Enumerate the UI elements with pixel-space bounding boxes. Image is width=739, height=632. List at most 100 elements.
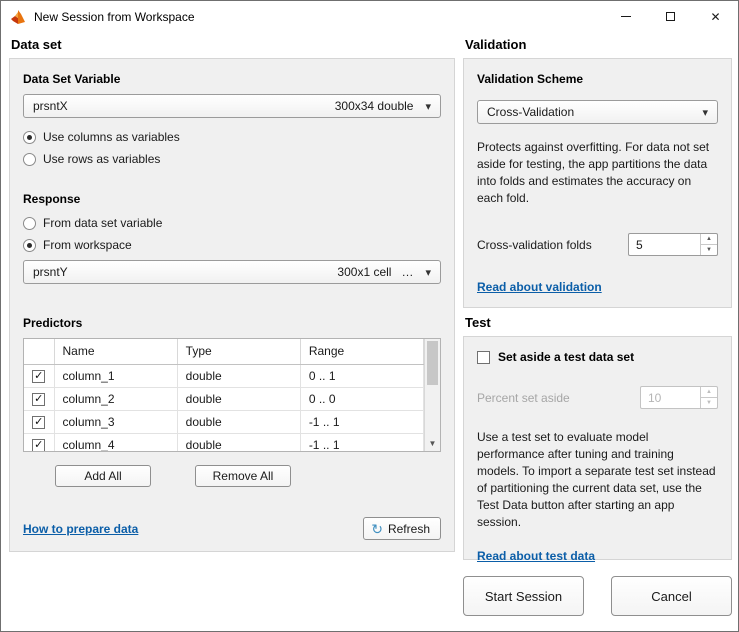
spinner-up-icon: ▲ <box>701 387 717 398</box>
cell-range: 0 .. 1 <box>300 364 423 387</box>
dialog-content: Data set Data Set Variable prsntX 300x34… <box>1 32 738 631</box>
window-title: New Session from Workspace <box>34 10 195 24</box>
dropdown-selected-scheme: Cross-Validation <box>487 105 574 119</box>
read-about-test-data-link[interactable]: Read about test data <box>477 549 595 563</box>
folds-value[interactable]: 5 <box>629 234 700 255</box>
cell-type: double <box>177 364 300 387</box>
predictor-checkbox[interactable]: ✓ <box>32 370 45 383</box>
window-controls: ✕ <box>603 1 738 32</box>
spinner-arrows: ▲ ▼ <box>700 387 717 408</box>
start-session-button[interactable]: Start Session <box>463 576 584 616</box>
refresh-label: Refresh <box>388 522 430 536</box>
test-description: Use a test set to evaluate model perform… <box>477 429 718 531</box>
predictor-checkbox[interactable]: ✓ <box>32 439 45 452</box>
validation-heading: Validation <box>465 37 732 52</box>
validation-scheme-dropdown[interactable]: Cross-Validation ▾ <box>477 100 718 124</box>
predictor-row[interactable]: ✓column_2double0 .. 0 <box>24 387 424 410</box>
response-label: Response <box>23 192 441 206</box>
dataset-section: Data set Data Set Variable prsntX 300x34… <box>9 37 455 552</box>
radio-from-dataset-variable[interactable]: From data set variable <box>23 216 441 230</box>
scrollbar-thumb[interactable] <box>427 341 438 385</box>
predictors-tbody: ✓column_1double0 .. 1✓column_2double0 ..… <box>24 364 424 452</box>
validation-scheme-label: Validation Scheme <box>477 72 718 86</box>
radio-from-dataset-label: From data set variable <box>43 216 162 230</box>
chevron-down-icon: ▾ <box>425 100 431 113</box>
dropdown-selected-variable: prsntX <box>33 99 68 113</box>
dataset-panel: Data Set Variable prsntX 300x34 double ▾… <box>9 58 455 552</box>
scrollbar-down-icon[interactable]: ▼ <box>425 436 440 451</box>
refresh-button[interactable]: ↻ Refresh <box>363 517 441 540</box>
radio-from-workspace[interactable]: From workspace <box>23 238 441 252</box>
close-icon: ✕ <box>710 11 720 23</box>
matlab-icon <box>10 9 26 25</box>
remove-all-button[interactable]: Remove All <box>195 465 291 487</box>
header-name[interactable]: Name <box>54 339 177 364</box>
cell-name: column_4 <box>54 433 177 452</box>
validation-panel: Validation Scheme Cross-Validation ▾ Pro… <box>463 58 732 308</box>
radio-icon <box>23 153 36 166</box>
dialog-window: New Session from Workspace ✕ Data set Da… <box>0 0 739 632</box>
dataset-variable-dropdown[interactable]: prsntX 300x34 double ▾ <box>23 94 441 118</box>
right-column: Validation Validation Scheme Cross-Valid… <box>463 37 732 616</box>
dataset-bottom-row: How to prepare data ↻ Refresh <box>23 517 441 540</box>
dataset-variable-label: Data Set Variable <box>23 72 441 86</box>
header-type[interactable]: Type <box>177 339 300 364</box>
predictor-checkbox[interactable]: ✓ <box>32 416 45 429</box>
predictor-checkbox-cell: ✓ <box>24 433 54 452</box>
titlebar[interactable]: New Session from Workspace ✕ <box>1 1 738 32</box>
how-to-prepare-data-link[interactable]: How to prepare data <box>23 522 138 536</box>
predictor-row[interactable]: ✓ column_1double0 .. 1 <box>24 364 424 387</box>
minimize-button[interactable] <box>603 1 648 32</box>
dropdown-variable-dims: 300x34 double <box>335 99 414 113</box>
cell-name: column_1 <box>54 364 177 387</box>
radio-icon <box>23 131 36 144</box>
validation-description: Protects against overfitting. For data n… <box>477 139 718 207</box>
spinner-down-icon[interactable]: ▼ <box>701 245 717 255</box>
maximize-icon <box>666 12 675 21</box>
predictor-buttons-row: Add All Remove All <box>23 465 441 487</box>
header-range[interactable]: Range <box>300 339 423 364</box>
cancel-button[interactable]: Cancel <box>611 576 732 616</box>
cell-range: -1 .. 1 <box>300 410 423 433</box>
radio-icon <box>23 217 36 230</box>
folds-row: Cross-validation folds 5 ▲ ▼ <box>477 233 718 256</box>
table-scrollbar[interactable]: ▼ <box>424 339 440 451</box>
dropdown-response-dims: 300x1 cell <box>337 265 391 279</box>
cell-type: double <box>177 433 300 452</box>
refresh-icon: ↻ <box>371 522 383 536</box>
radio-use-rows-label: Use rows as variables <box>43 152 160 166</box>
spinner-arrows: ▲ ▼ <box>700 234 717 255</box>
predictor-checkbox[interactable]: ✓ <box>32 393 45 406</box>
read-about-validation-link[interactable]: Read about validation <box>477 280 602 294</box>
radio-use-columns-label: Use columns as variables <box>43 130 180 144</box>
test-panel: Set aside a test data set Percent set as… <box>463 336 732 560</box>
chevron-down-icon: ▾ <box>702 106 708 119</box>
predictor-checkbox-cell: ✓ <box>24 410 54 433</box>
predictor-row[interactable]: ✓column_4double-1 .. 1 <box>24 433 424 452</box>
chevron-down-icon: ▾ <box>425 266 431 279</box>
dropdown-overflow-ellipsis: … <box>401 265 413 279</box>
predictors-label: Predictors <box>23 316 441 330</box>
spinner-down-icon: ▼ <box>701 398 717 408</box>
radio-use-rows[interactable]: Use rows as variables <box>23 152 441 166</box>
test-set-checkbox[interactable] <box>477 351 490 364</box>
folds-spinner[interactable]: 5 ▲ ▼ <box>628 233 718 256</box>
spinner-up-icon[interactable]: ▲ <box>701 234 717 245</box>
cell-range: 0 .. 0 <box>300 387 423 410</box>
test-set-checkbox-row[interactable]: Set aside a test data set <box>477 350 718 364</box>
percent-spinner: 10 ▲ ▼ <box>640 386 718 409</box>
predictor-row[interactable]: ✓ column_3double-1 .. 1 <box>24 410 424 433</box>
dropdown-selected-response: prsntY <box>33 265 68 279</box>
close-button[interactable]: ✕ <box>693 1 738 32</box>
radio-use-columns[interactable]: Use columns as variables <box>23 130 441 144</box>
dataset-heading: Data set <box>11 37 455 52</box>
add-all-button[interactable]: Add All <box>55 465 151 487</box>
header-checkbox-col <box>24 339 54 364</box>
response-dropdown[interactable]: prsntY 300x1 cell … ▾ <box>23 260 441 284</box>
cell-type: double <box>177 410 300 433</box>
percent-label: Percent set aside <box>477 391 570 405</box>
predictors-table-grid: Name Type Range ✓column_1double0 .. 1✓co… <box>24 339 424 452</box>
maximize-button[interactable] <box>648 1 693 32</box>
cell-name: column_3 <box>54 410 177 433</box>
cell-name: column_2 <box>54 387 177 410</box>
